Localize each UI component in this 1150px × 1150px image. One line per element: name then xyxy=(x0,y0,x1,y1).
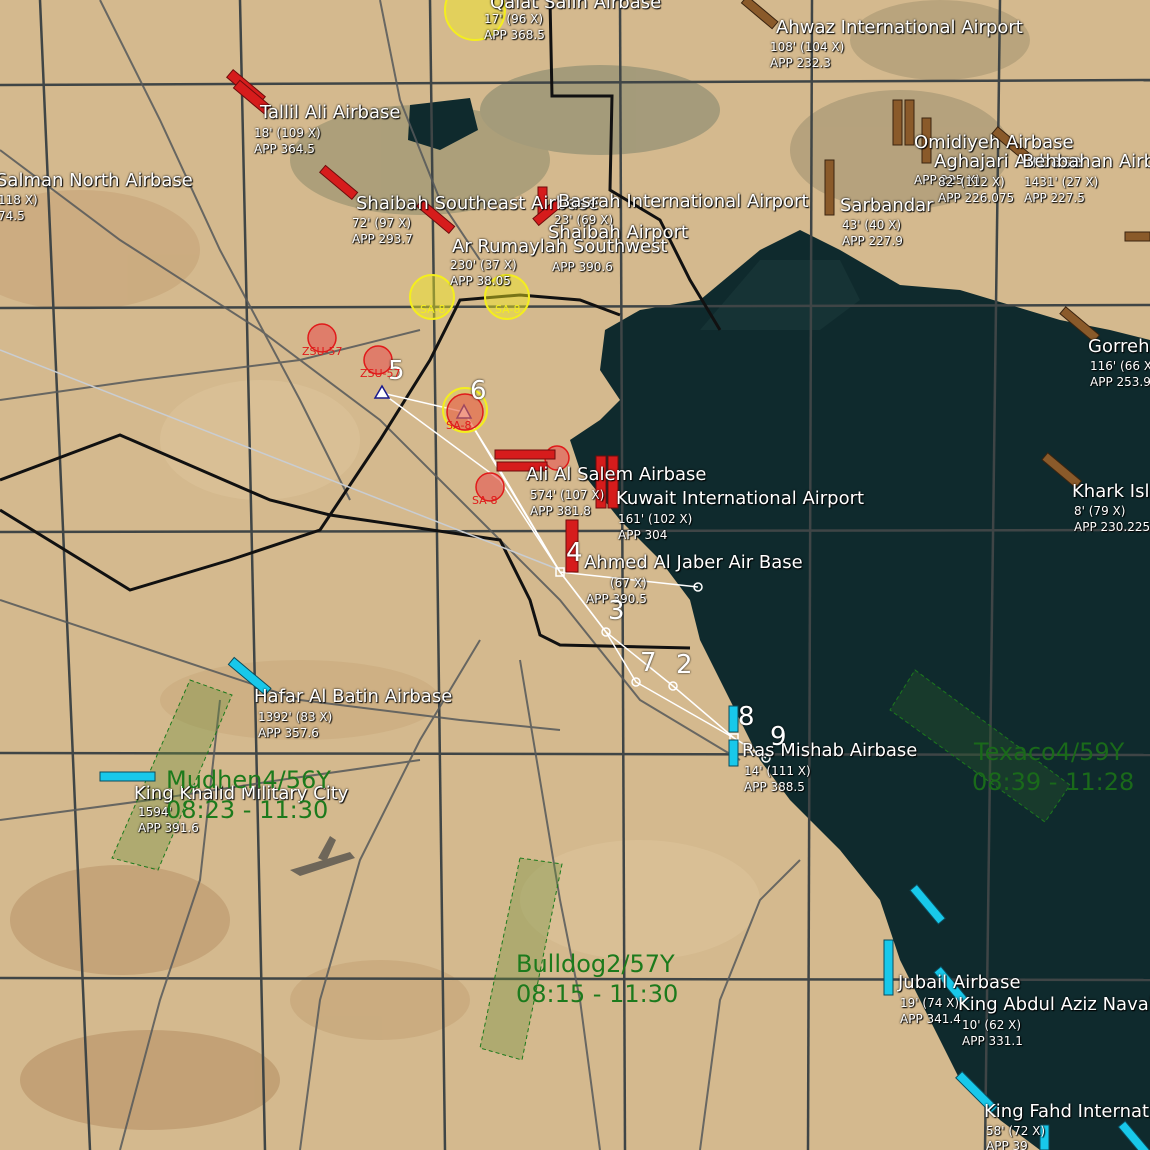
airbase-info: 161' (102 X) xyxy=(618,512,693,526)
airbase-info: 82' (112 X) xyxy=(938,175,1005,189)
airbase-label[interactable]: Hafar Al Batin Airbase xyxy=(254,688,452,706)
airbase-info: 1431' (27 X) xyxy=(1024,175,1099,189)
airbase-label[interactable]: Ahwaz International Airport xyxy=(776,19,1023,37)
airbase-info: APP 38.05 xyxy=(450,274,511,288)
airbase-label[interactable]: King Abdul Aziz Naval Base xyxy=(958,996,1150,1014)
airbase-label[interactable]: Ahmed Al Jaber Air Base xyxy=(584,554,803,572)
waypoint-number[interactable]: 3 xyxy=(608,598,625,624)
airbase-info: 574' (107 X) xyxy=(530,488,605,502)
waypoint-number[interactable]: 6 xyxy=(470,378,487,404)
airbase-info: 8' (79 X) xyxy=(1074,504,1126,518)
threat-label: SA-8 xyxy=(420,303,446,316)
airbase-info: APP 227.9 xyxy=(842,234,903,248)
airbase-info: 118 X) xyxy=(0,193,38,207)
threat-label: SA-8 xyxy=(495,303,521,316)
airbase-info: APP 232.3 xyxy=(770,56,831,70)
airbase-info: 108' (104 X) xyxy=(770,40,845,54)
airbase-info: 1392' (83 X) xyxy=(258,710,333,724)
waypoint-number[interactable]: 2 xyxy=(676,652,693,678)
orbit-time: 08:39 - 11:28 xyxy=(972,768,1135,796)
airbase-label[interactable]: Omidiyeh Airbase xyxy=(914,134,1074,152)
orbit-time: 08:23 - 11:30 xyxy=(166,796,329,824)
waypoint-number[interactable]: 7 xyxy=(640,650,657,676)
airbase-info: APP 293.7 xyxy=(352,232,413,246)
waypoint-number[interactable]: 9 xyxy=(770,724,787,750)
orbit-callsign[interactable]: Bulldog2/57Y xyxy=(516,952,675,976)
airbase-info: APP 331.1 xyxy=(962,1034,1023,1048)
airbase-info: 230' (37 X) xyxy=(450,258,517,272)
airbase-info: 74.5 xyxy=(0,209,25,223)
airbase-info: APP 364.5 xyxy=(254,142,315,156)
airbase-info: 19' (74 X) xyxy=(900,996,960,1010)
threat-label: SA-8 xyxy=(472,494,498,507)
airbase-label[interactable]: King Fahd International xyxy=(984,1103,1150,1121)
airbase-info: APP 341.4 xyxy=(900,1012,961,1026)
airbase-label[interactable]: Gorreh xyxy=(1088,338,1150,356)
threat-label: ZSU-57 xyxy=(302,345,343,358)
airbase-info: 10' (62 X) xyxy=(962,1018,1022,1032)
airbase-info: 116' (66 X) xyxy=(1090,359,1150,373)
airbase-label[interactable]: Ar Rumaylah Southwest xyxy=(452,238,667,256)
tactical-map[interactable]: Salman North Airbase 118 X) 74.5 Tallil … xyxy=(0,0,1150,1150)
orbit-callsign[interactable]: Texaco4/59Y xyxy=(974,740,1124,764)
airbase-info: 14' (111 X) xyxy=(744,764,811,778)
airbase-info: APP 39 xyxy=(986,1139,1028,1150)
airbase-label[interactable]: Behbahan Airbase xyxy=(1022,153,1150,171)
orbit-time: 08:15 - 11:30 xyxy=(516,980,679,1008)
airbase-info: APP 390.6 xyxy=(552,260,613,274)
airbase-info: APP 230.225 xyxy=(1074,520,1150,534)
airbase-label[interactable]: Kuwait International Airport xyxy=(616,490,864,508)
airbase-info: 58' (72 X) xyxy=(986,1124,1046,1138)
threat-label: ZSU-57 xyxy=(360,367,401,380)
airbase-info: 17' (96 X) xyxy=(484,12,544,26)
airbase-label[interactable]: Qalat Salih Airbase xyxy=(490,0,661,12)
waypoint-number[interactable]: 8 xyxy=(738,704,755,730)
airbase-info: APP 227.5 xyxy=(1024,191,1085,205)
airbase-label[interactable]: Sarbandar xyxy=(840,197,934,215)
threat-label: SA-8 xyxy=(446,419,472,432)
airbase-info: 18' (109 X) xyxy=(254,126,321,140)
airbase-info: APP 381.8 xyxy=(530,504,591,518)
airbase-label[interactable]: Ras Mishab Airbase xyxy=(742,742,917,760)
airbase-label[interactable]: Ali Al Salem Airbase xyxy=(526,466,706,484)
airbase-label[interactable]: Tallil Ali Airbase xyxy=(260,104,400,122)
airbase-label[interactable]: Jubail Airbase xyxy=(898,974,1021,992)
airbase-label[interactable]: Salman North Airbase xyxy=(0,172,193,190)
orbit-callsign[interactable]: Mudhen4/56Y xyxy=(166,768,331,792)
airbase-info: 72' (97 X) xyxy=(352,216,412,230)
airbase-info: APP 388.5 xyxy=(744,780,805,794)
airbase-info: 43' (40 X) xyxy=(842,218,902,232)
airbase-info: APP 357.6 xyxy=(258,726,319,740)
airbase-info: (67 X) xyxy=(610,576,647,590)
airbase-info: APP 226.075 xyxy=(938,191,1015,205)
airbase-label[interactable]: Khark Island xyxy=(1072,483,1150,501)
airbase-info: APP 368.5 xyxy=(484,28,545,42)
airbase-label[interactable]: Basrah International Airport xyxy=(558,193,809,211)
airbase-info: APP 304 xyxy=(618,528,668,542)
waypoint-number[interactable]: 4 xyxy=(566,540,583,566)
airbase-info: APP 253.9 xyxy=(1090,375,1150,389)
